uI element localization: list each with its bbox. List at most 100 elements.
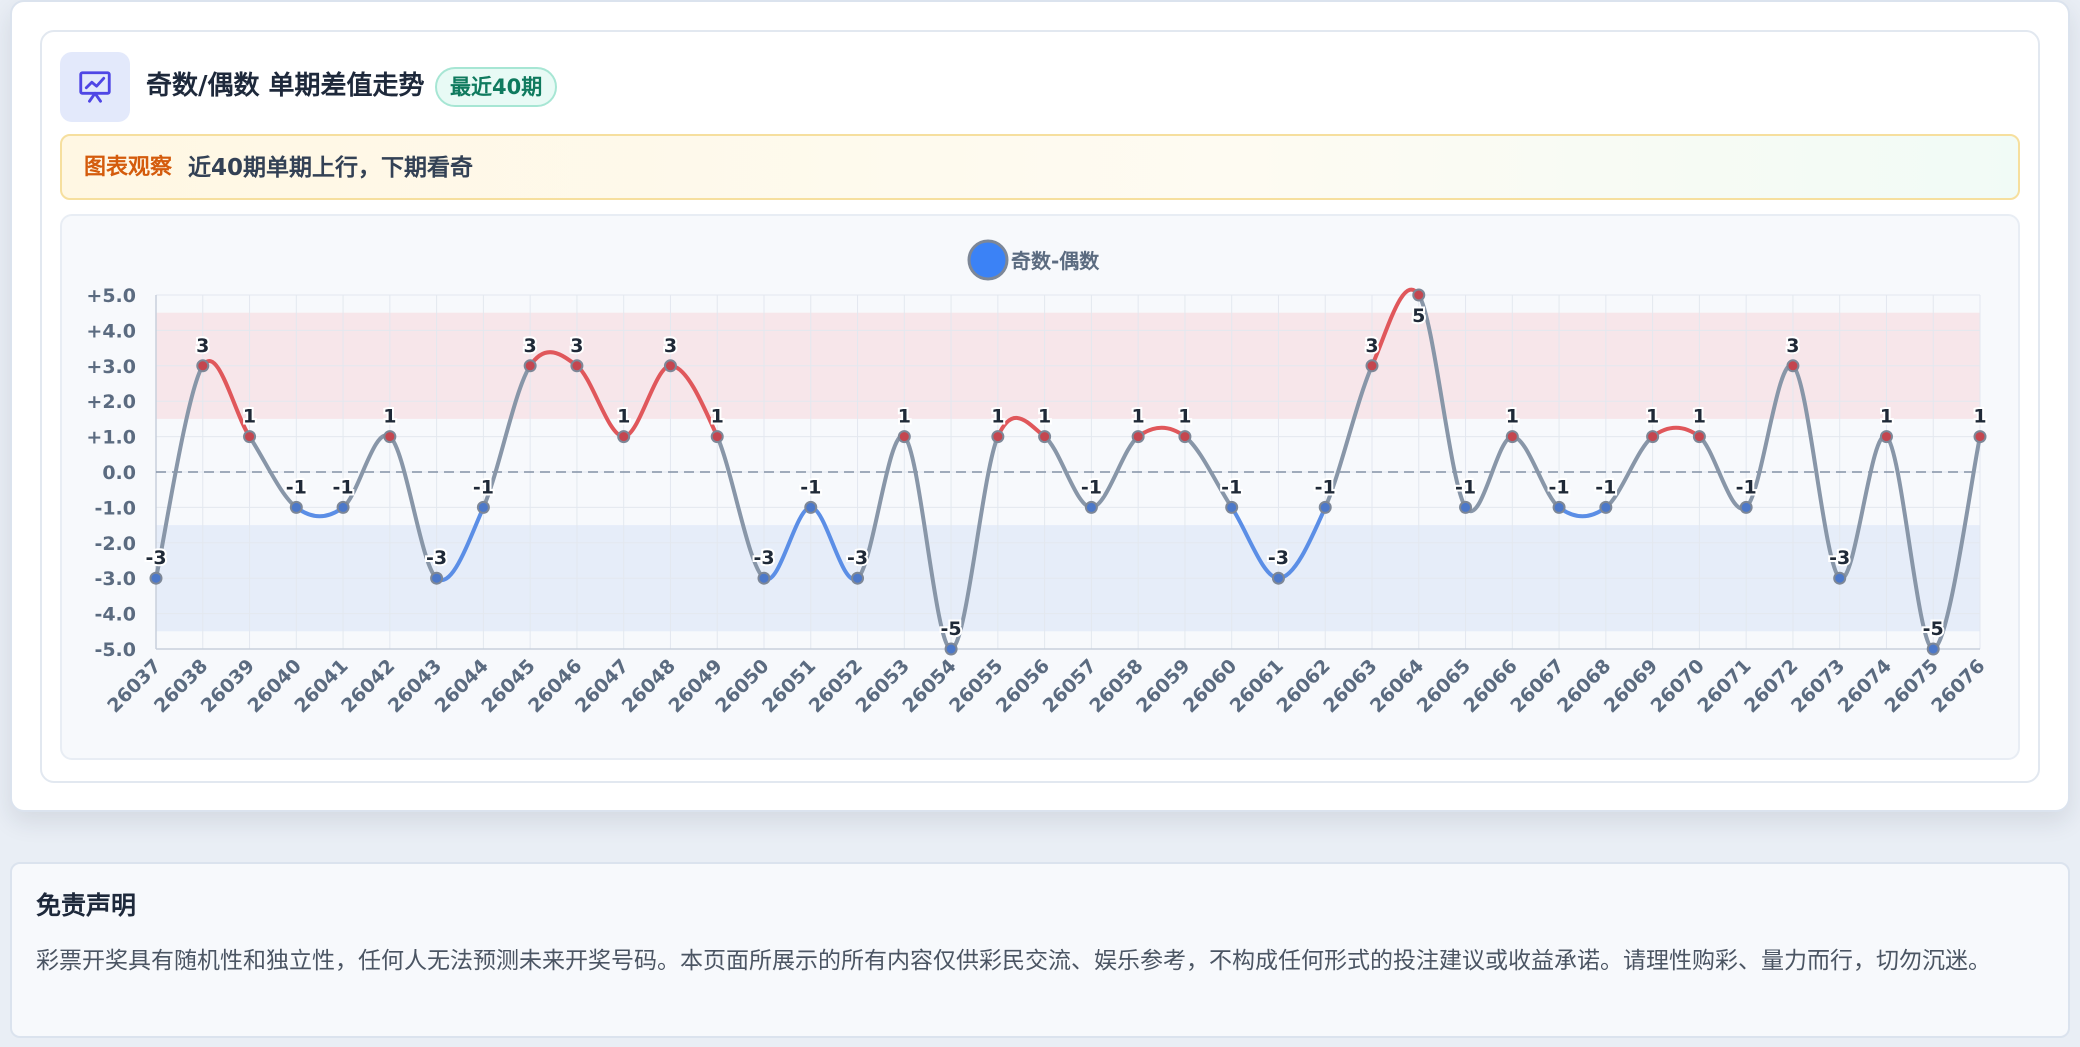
data-label: 1 [711,406,724,428]
data-label: 5 [1412,305,1425,327]
data-label: 1 [617,406,630,428]
data-label: 1 [1506,406,1519,428]
data-point [1178,430,1192,444]
data-point [149,571,163,585]
data-label: 1 [383,406,396,428]
data-label: -5 [1923,618,1944,640]
y-tick-label: -5.0 [94,639,136,661]
data-label: -1 [1736,476,1757,498]
data-label: -1 [800,476,821,498]
data-point [944,642,958,656]
insight-banner: 图表观察 近40期单期上行，下期看奇 [60,134,2020,200]
data-point [1879,430,1893,444]
data-point [1038,430,1052,444]
data-point [1646,430,1660,444]
data-label: -1 [473,476,494,498]
data-point [1412,288,1426,302]
insight-text: 近40期单期上行，下期看奇 [188,155,474,181]
data-label: -1 [286,476,307,498]
data-point [523,359,537,373]
presentation-chart-icon [60,52,130,122]
data-point [1318,500,1332,514]
period-badge: 最近40期 [435,67,558,107]
data-label: -1 [333,476,354,498]
data-point [851,571,865,585]
y-tick-label: +4.0 [86,320,136,342]
data-point [1505,430,1519,444]
data-label: 1 [898,406,911,428]
chart-area: +5.0 +4.0 +3.0 +2.0 +1.0 0.0 -1.0 -2.0 -3.0 -4.0 -… [60,214,2020,760]
data-label: -1 [1315,476,1336,498]
data-label: -3 [426,547,447,569]
series-line-segment [1463,434,1515,513]
data-label: 1 [1973,406,1986,428]
data-label: 1 [243,406,256,428]
data-point [570,359,584,373]
data-label: -3 [1268,547,1289,569]
y-tick-label: -2.0 [94,533,136,555]
data-label: -3 [847,547,868,569]
legend-marker [967,239,1009,281]
difference-line-chart: +5.0 +4.0 +3.0 +2.0 +1.0 0.0 -1.0 -2.0 -3.0 -4.0 -… [86,239,1990,717]
data-point [804,500,818,514]
data-label: 1 [1038,406,1051,428]
data-point [1833,571,1847,585]
y-tick-label: -4.0 [94,604,136,626]
data-label: 1 [1693,406,1706,428]
data-point [243,430,257,444]
series-line-segment [294,505,346,519]
data-point [336,500,350,514]
series-line-segment [1650,425,1702,439]
data-label: 1 [1880,406,1893,428]
data-label: 1 [1178,406,1191,428]
data-label: -3 [1829,547,1850,569]
y-tick-label: -3.0 [94,568,136,590]
data-point [1271,571,1285,585]
data-point [1973,430,1987,444]
data-point [991,430,1005,444]
data-point [289,500,303,514]
data-label: 3 [524,335,537,357]
y-tick-label: +3.0 [86,356,136,378]
data-point [1365,359,1379,373]
data-point [383,430,397,444]
data-point [663,359,677,373]
data-point [1225,500,1239,514]
data-point [1739,500,1753,514]
chart-title: 奇数/偶数 单期差值走势 [146,71,425,101]
data-label: -1 [1081,476,1102,498]
series-line-segment [1136,425,1187,439]
y-tick-label: 0.0 [102,462,136,484]
data-point [897,430,911,444]
y-tick-label: -1.0 [94,497,136,519]
data-point [1131,430,1145,444]
data-label: 1 [991,406,1004,428]
data-point [757,571,771,585]
data-label: -1 [1595,476,1616,498]
y-tick-label: +5.0 [86,285,136,307]
insight-label: 图表观察 [84,155,173,180]
data-label: 3 [664,335,677,357]
disclaimer-section: 免责声明 彩票开奖具有随机性和独立性，任何人无法预测未来开奖号码。本页面所展示的… [10,862,2070,1038]
y-tick-label: +2.0 [86,391,136,413]
data-label: -3 [145,547,166,569]
data-label: 3 [1365,335,1378,357]
data-point [1552,500,1566,514]
data-label: -1 [1455,476,1476,498]
data-label: -1 [1549,476,1570,498]
data-label: 3 [196,335,209,357]
data-point [476,500,490,514]
data-point [1084,500,1098,514]
disclaimer-text: 彩票开奖具有随机性和独立性，任何人无法预测未来开奖号码。本页面所展示的所有内容仅… [36,948,1991,974]
data-point [196,359,210,373]
data-label: -3 [753,547,774,569]
data-point [1926,642,1940,656]
data-point [1459,500,1473,514]
data-point [1692,430,1706,444]
data-point [1599,500,1613,514]
series-line-segment [1557,505,1608,519]
data-label: -5 [941,618,962,640]
data-point [710,430,724,444]
data-point [617,430,631,444]
data-label: 1 [1132,406,1145,428]
